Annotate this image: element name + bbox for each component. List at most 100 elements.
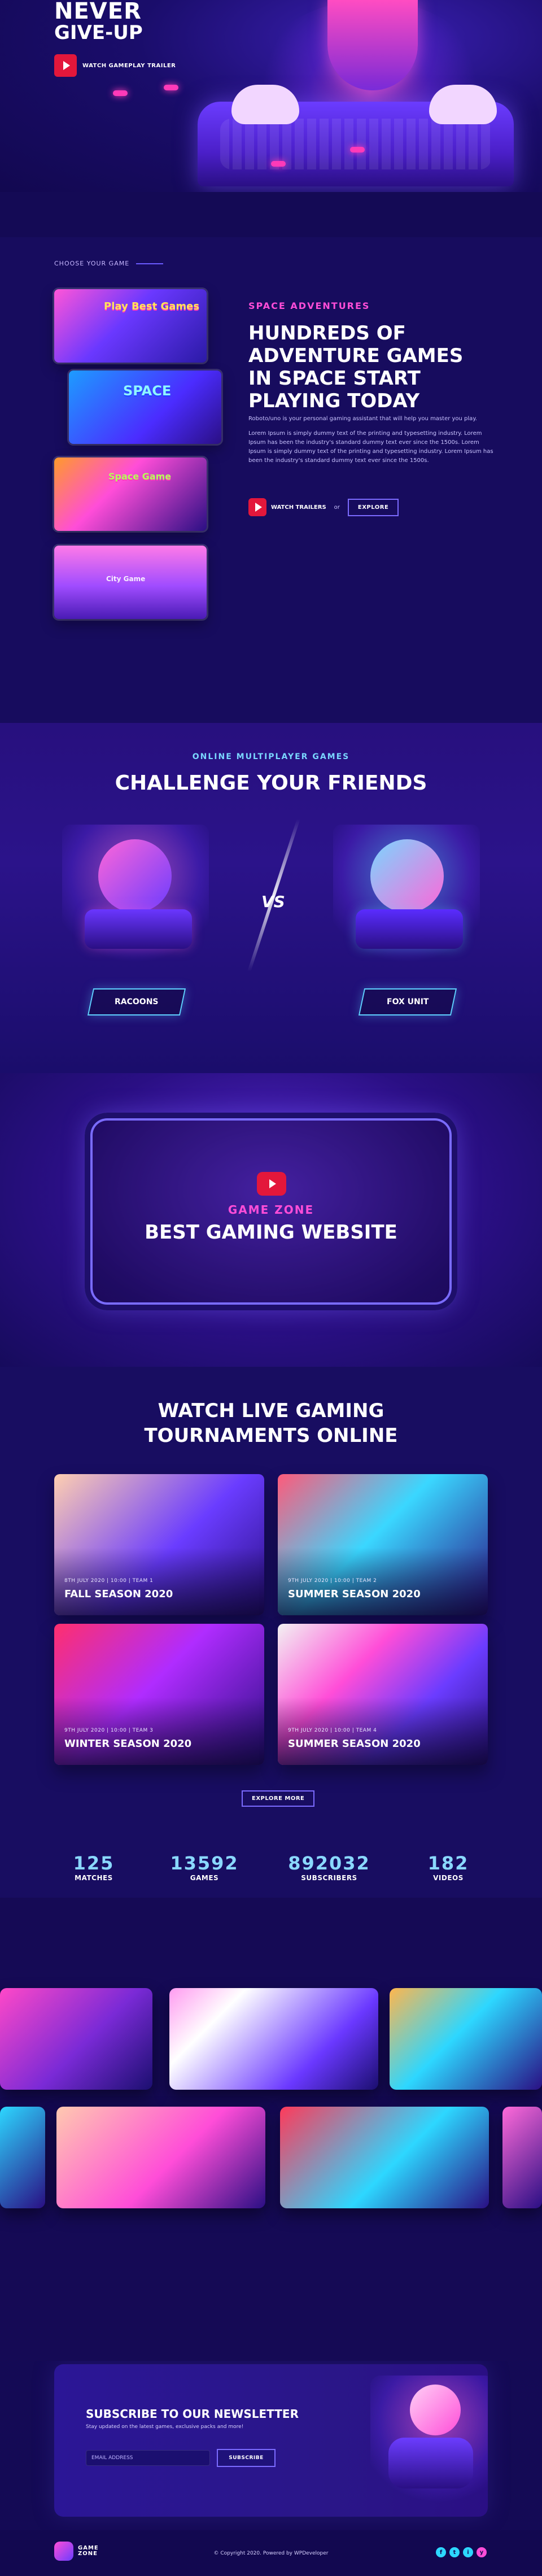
choose-heading: HUNDREDS OF ADVENTURE GAMES IN SPACE STA…	[248, 322, 464, 412]
gallery-image[interactable]	[0, 2107, 45, 2208]
stat-label: MATCHES	[75, 1874, 113, 1882]
play-icon[interactable]	[54, 54, 77, 77]
tournament-card[interactable]: 9TH JULY 2020 | 10:00 | TEAM 2 SUMMER SE…	[278, 1474, 488, 1615]
left-hand-illustration	[231, 85, 299, 124]
game-thumbnail[interactable]: Space Game	[54, 457, 207, 531]
tournament-card-date: 9TH JULY 2020 | 10:00 | TEAM 4	[288, 1728, 377, 1733]
social-links: f t i y	[436, 2547, 487, 2557]
newsletter-email-input[interactable]: EMAIL ADDRESS	[86, 2450, 210, 2466]
hero-section: NEVER GIVE-UP WATCH GAMEPLAY TRAILER	[0, 0, 542, 192]
game-thumbnail-title: City Game	[106, 575, 146, 583]
youtube-icon[interactable]: y	[477, 2547, 487, 2557]
stats-row: 125 MATCHES 13592 GAMES 892032 SUBSCRIBE…	[54, 1853, 488, 1882]
player-left-console	[85, 909, 192, 949]
watch-trailers-button[interactable]: WATCH TRAILERS	[248, 498, 326, 516]
team-fox-unit-label: FOX UNIT	[386, 997, 429, 1006]
online-multiplayer-tag: ONLINE MULTIPLAYER GAMES	[192, 752, 350, 761]
player-left-head	[98, 839, 172, 913]
newsletter-box: SUBSCRIBE TO OUR NEWSLETTER Stay updated…	[54, 2364, 488, 2517]
tournament-card[interactable]: 9TH JULY 2020 | 10:00 | TEAM 4 SUMMER SE…	[278, 1624, 488, 1765]
right-hand-illustration	[429, 85, 497, 124]
game-thumbnail-art	[54, 457, 207, 531]
stat-matches: 125 MATCHES	[54, 1853, 133, 1882]
stat-label: GAMES	[190, 1874, 219, 1882]
gallery-image[interactable]	[0, 1988, 152, 2090]
game-zone-tag: GAME ZONE	[228, 1203, 314, 1217]
stat-games: 13592 GAMES	[159, 1853, 250, 1882]
stat-value: 892032	[288, 1853, 370, 1874]
game-thumbnail-title: Space Game	[108, 471, 172, 482]
choose-paragraph-1: Roboto/uno is your personal gaming assis…	[248, 416, 477, 422]
zone-play-button[interactable]	[257, 1172, 286, 1196]
choose-paragraph-2: Lorem Ipsum is simply dummy text of the …	[248, 430, 493, 464]
mascot-illustration	[327, 0, 418, 90]
gallery-image[interactable]	[502, 2107, 542, 2208]
space-adventures-tag: SPACE ADVENTURES	[248, 300, 370, 311]
or-separator: or	[334, 504, 340, 511]
facebook-icon[interactable]: f	[436, 2547, 446, 2557]
challenge-section: ONLINE MULTIPLAYER GAMES CHALLENGE YOUR …	[0, 723, 542, 1073]
footer: GAME ZONE © Copyright 2020. Powered by W…	[0, 2530, 542, 2576]
play-icon[interactable]	[248, 498, 266, 516]
newsletter-section: SUBSCRIBE TO OUR NEWSLETTER Stay updated…	[0, 2361, 542, 2576]
explore-more-button[interactable]: EXPLORE MORE	[242, 1790, 315, 1807]
gallery-image[interactable]	[169, 1988, 378, 2090]
choose-game-section: CHOOSE YOUR GAME Play Best Games SPACE S…	[0, 237, 542, 723]
gallery-section	[0, 1898, 542, 2361]
tournament-card-date: 9TH JULY 2020 | 10:00 | TEAM 3	[64, 1728, 154, 1733]
tournament-card[interactable]: 9TH JULY 2020 | 10:00 | TEAM 3 WINTER SE…	[54, 1624, 264, 1765]
player-right-head	[370, 839, 444, 913]
tournament-card[interactable]: 8TH JULY 2020 | 10:00 | TEAM 1 FALL SEAS…	[54, 1474, 264, 1615]
gallery-image[interactable]	[56, 2107, 265, 2208]
tournaments-heading: WATCH LIVE GAMING TOURNAMENTS ONLINE	[0, 1398, 542, 1448]
stat-videos: 182 VIDEOS	[409, 1853, 488, 1882]
game-thumbnail-title: Play Best Games	[104, 300, 200, 312]
team-racoons-label: RACOONS	[115, 997, 159, 1006]
newsletter-illustration-head	[410, 2385, 461, 2435]
tournament-card-date: 8TH JULY 2020 | 10:00 | TEAM 1	[64, 1578, 154, 1584]
choose-eyebrow: CHOOSE YOUR GAME	[54, 260, 130, 267]
tournaments-heading-line1: WATCH LIVE GAMING	[158, 1400, 384, 1422]
tournament-card-title: SUMMER SEASON 2020	[288, 1588, 421, 1600]
newsletter-subtitle: Stay updated on the latest games, exclus…	[86, 2424, 244, 2430]
stat-value: 125	[73, 1853, 115, 1874]
game-thumbnail[interactable]: City Game	[54, 546, 207, 619]
hero-title: NEVER	[54, 0, 142, 23]
team-racoons-button[interactable]: RACOONS	[87, 988, 186, 1015]
gallery-image[interactable]	[390, 1988, 542, 2090]
instagram-icon[interactable]: i	[463, 2547, 473, 2557]
gallery-image[interactable]	[280, 2107, 489, 2208]
tournaments-section: WATCH LIVE GAMING TOURNAMENTS ONLINE 8TH…	[0, 1367, 542, 1898]
newsletter-heading: SUBSCRIBE TO OUR NEWSLETTER	[86, 2407, 299, 2421]
tournament-card-title: FALL SEASON 2020	[64, 1588, 173, 1600]
team-fox-unit-button[interactable]: FOX UNIT	[358, 988, 457, 1015]
game-thumbnail[interactable]: Play Best Games	[54, 289, 207, 363]
tournaments-heading-line2: TOURNAMENTS ONLINE	[144, 1424, 398, 1447]
watch-trailer[interactable]: WATCH GAMEPLAY TRAILER	[54, 54, 176, 77]
subscribe-button[interactable]: SUBSCRIBE	[217, 2449, 276, 2467]
choose-actions: WATCH TRAILERS or EXPLORE	[248, 498, 399, 516]
game-thumbnail[interactable]: SPACE	[69, 371, 221, 444]
twitter-icon[interactable]: t	[449, 2547, 460, 2557]
stat-label: SUBSCRIBERS	[301, 1874, 357, 1882]
game-zone-section: GAME ZONE BEST GAMING WEBSITE	[0, 1073, 542, 1367]
neon-light	[164, 85, 178, 90]
hero-title-line1: NEVER	[54, 0, 142, 24]
tournament-card-date: 9TH JULY 2020 | 10:00 | TEAM 2	[288, 1578, 377, 1584]
game-thumbnail-title: SPACE	[123, 383, 172, 399]
newsletter-illustration-body	[388, 2438, 473, 2488]
tournament-card-title: SUMMER SEASON 2020	[288, 1738, 421, 1750]
tournament-card-title: WINTER SEASON 2020	[64, 1738, 192, 1750]
stat-subscribers: 892032 SUBSCRIBERS	[276, 1853, 383, 1882]
play-icon[interactable]	[257, 1172, 286, 1196]
newsletter-email-placeholder: EMAIL ADDRESS	[91, 2455, 133, 2461]
neon-light	[271, 161, 286, 167]
newsletter-illustration	[370, 2376, 488, 2505]
explore-button[interactable]: EXPLORE	[347, 498, 399, 516]
game-zone-heading: BEST GAMING WEBSITE	[145, 1221, 397, 1244]
player-right-console	[356, 909, 463, 949]
player-right-illustration	[333, 825, 480, 966]
game-thumbnail-art	[69, 371, 221, 444]
keyboard-keys	[220, 119, 491, 169]
stat-label: VIDEOS	[433, 1874, 464, 1882]
